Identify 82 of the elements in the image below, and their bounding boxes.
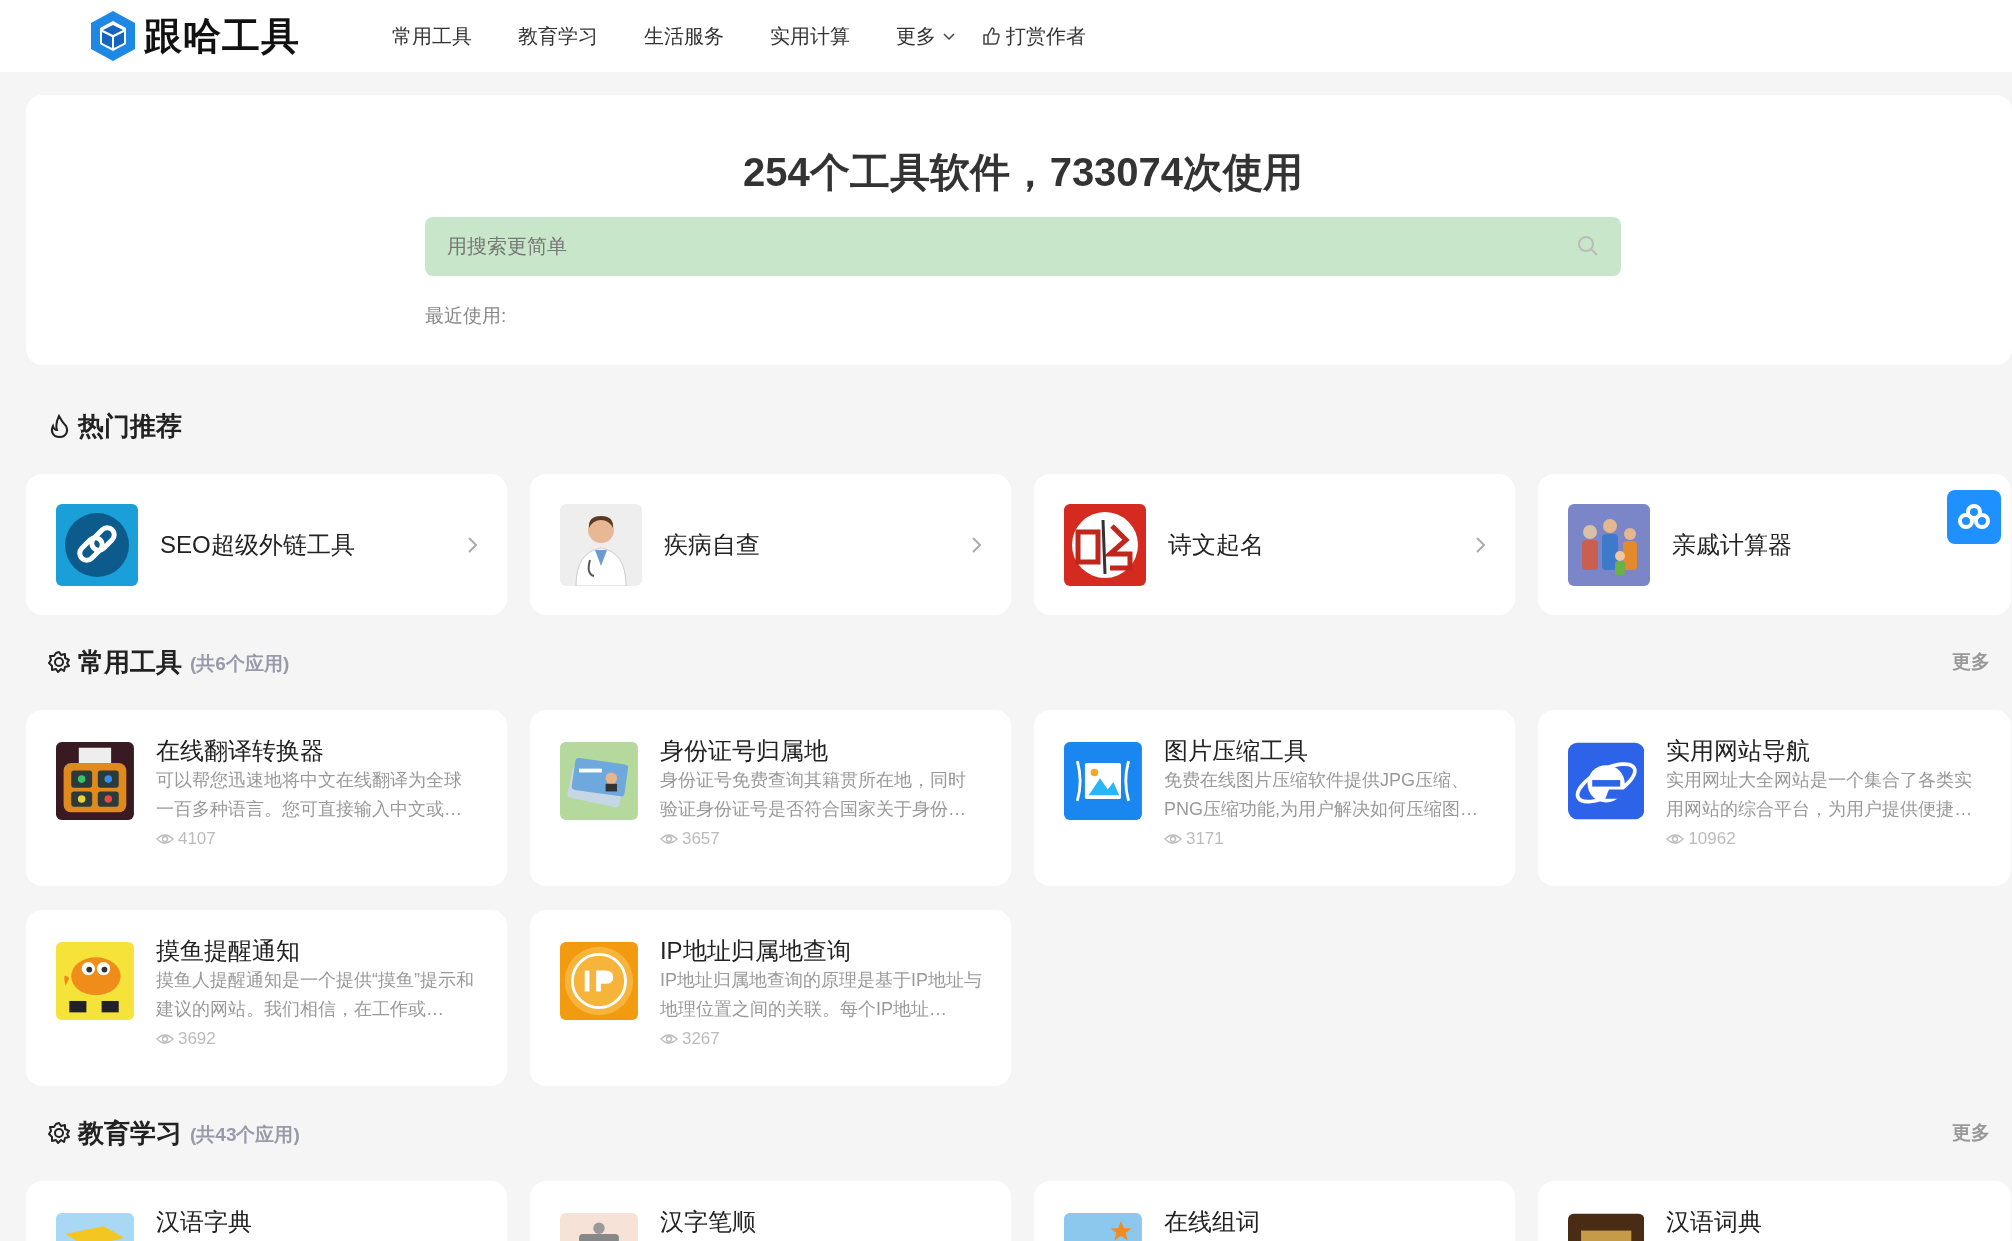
tool-icon [560,940,638,1022]
tool-description: IP地址归属地查询的原理是基于IP地址与地理位置之间的关联。每个IP地址… [659,969,983,1021]
tool-name: 亲戚计算器 [1672,529,1792,560]
tool-name: 汉语字典 [155,1207,253,1237]
tool-description: 摸鱼人提醒通知是一个提供“摸鱼”提示和建议的网站。我们相信，在工作或… [155,969,475,1021]
tool-name: 实用网站导航 [1666,736,1812,766]
app-count: (共43个应用) [190,1122,300,1147]
tool-name: 身份证号归属地 [659,736,829,766]
tool-card[interactable]: 在线组词 [1034,1181,1515,1241]
section-title: 热门推荐 [78,409,182,443]
flame-icon [48,414,70,438]
tool-icon [56,940,134,1022]
view-count: 4107 [177,828,216,850]
view-count: 3171 [1185,828,1224,850]
view-count: 3267 [681,1028,720,1050]
chevron-right-icon [1475,535,1487,554]
tool-icon [1064,503,1146,586]
eye-icon [1163,831,1182,846]
eye-icon [1666,831,1685,846]
tool-card[interactable]: SEO超级外链工具 [26,474,507,615]
tool-card[interactable]: 摸鱼提醒通知 摸鱼人提醒通知是一个提供“摸鱼”提示和建议的网站。我们相信，在工作或… 3692 [26,910,507,1086]
chevron-right-icon [971,535,983,554]
tool-card[interactable]: 疾病自查 [530,474,1011,615]
tool-card[interactable]: 汉字笔顺 [530,1181,1011,1241]
cloud-icon [1958,503,1990,531]
tool-card[interactable]: IP地址归属地查询 IP地址归属地查询的原理是基于IP地址与地理位置之间的关联。每个IP地址… 3267 [530,910,1011,1086]
tool-card[interactable]: 身份证号归属地 身份证号免费查询其籍贯所在地，同时验证身份证号是否符合国家关于身份… 3657 [530,710,1011,886]
gear-icon [48,1121,70,1145]
tool-icon [56,740,134,822]
tool-description: 免费在线图片压缩软件提供JPG压缩、PNG压缩功能,为用户解决如何压缩图… [1163,769,1479,821]
view-count: 3657 [681,828,720,850]
tool-description: 可以帮您迅速地将中文在线翻译为全球一百多种语言。您可直接输入中文或… [155,769,463,821]
nav-link[interactable]: 打赏作者 [982,21,1086,51]
eye-icon [659,831,678,846]
logo-text[interactable]: 跟哈工具 [144,7,300,65]
nav-link[interactable]: 常用工具 [392,21,472,51]
tool-name: SEO超级外链工具 [160,529,355,560]
tool-card[interactable]: 亲戚计算器 [1538,474,2011,615]
app-count: (共6个应用) [190,651,290,676]
tool-name: 图片压缩工具 [1163,736,1309,766]
nav-link[interactable]: 更多 [896,21,956,51]
nav-link[interactable]: 教育学习 [518,21,598,51]
tool-icon [560,740,638,822]
tool-name: 诗文起名 [1168,529,1264,560]
tool-name: 疾病自查 [664,529,760,560]
tool-icon [56,503,138,586]
tool-name: 在线组词 [1163,1207,1261,1237]
nav-link[interactable]: 实用计算 [770,21,850,51]
tool-icon [1568,503,1650,586]
nav-link[interactable]: 生活服务 [644,21,724,51]
page-title: 254个工具软件，733074次使用 [742,149,1304,196]
tool-icon [560,503,642,586]
search-field[interactable]: 用搜索更简单 [425,217,1621,276]
thumbs-up-icon [982,27,1000,45]
eye-icon [155,831,174,846]
tool-card[interactable]: 诗文起名 [1034,474,1515,615]
section-title: 常用工具 [78,645,182,679]
view-count: 3692 [177,1028,216,1050]
logo-icon[interactable] [88,9,138,63]
tool-card[interactable]: 汉语词典 [1538,1181,2011,1241]
tool-card[interactable]: 汉语字典 [26,1181,507,1241]
tool-name: 汉字笔顺 [659,1207,757,1237]
tool-name: 在线翻译转换器 [155,736,325,766]
tool-name: IP地址归属地查询 [659,936,852,966]
floating-cloud-button[interactable] [1947,490,2001,544]
chevron-down-icon [942,30,956,42]
gear-icon [48,650,70,674]
tool-card[interactable]: 图片压缩工具 免费在线图片压缩软件提供JPG压缩、PNG压缩功能,为用户解决如何压缩图… 3171 [1034,710,1515,886]
tool-card[interactable]: 实用网站导航 实用网址大全网站是一个集合了各类实用网站的综合平台，为用户提供便捷… 10962 [1538,710,2011,886]
eye-icon [659,1031,678,1046]
tool-name: 摸鱼提醒通知 [155,936,301,966]
tool-description: 身份证号免费查询其籍贯所在地，同时验证身份证号是否符合国家关于身份… [659,769,967,821]
view-count: 10962 [1688,828,1736,850]
tool-card[interactable]: 在线翻译转换器 可以帮您迅速地将中文在线翻译为全球一百多种语言。您可直接输入中文或… 4107 [26,710,507,886]
tool-name: 汉语词典 [1666,1207,1764,1237]
eye-icon [155,1031,174,1046]
tool-icon [1064,740,1142,822]
section-title: 教育学习 [78,1116,182,1150]
chevron-right-icon [467,535,479,554]
tool-icon [1568,740,1645,822]
recent-label: 最近使用: [425,304,508,328]
tool-description: 实用网址大全网站是一个集合了各类实用网站的综合平台，为用户提供便捷… [1666,769,1974,821]
